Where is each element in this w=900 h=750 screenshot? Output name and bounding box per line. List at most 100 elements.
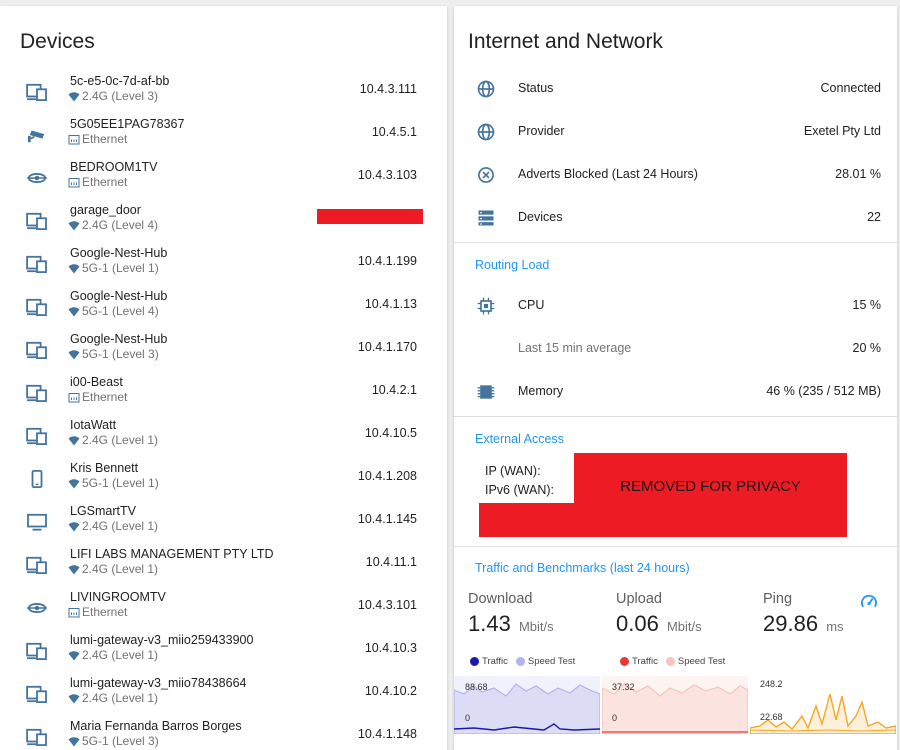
ping-value-line: 29.86 ms <box>763 611 844 637</box>
device-row[interactable]: LGSmartTV 2.4G (Level 1) 10.4.1.145 <box>0 502 447 545</box>
device-connection: 2.4G (Level 1) <box>68 691 158 705</box>
device-connection-label: 2.4G (Level 1) <box>82 562 159 576</box>
device-ip: 10.4.10.5 <box>364 426 417 440</box>
device-connection-label: 5G-1 (Level 4) <box>82 304 159 318</box>
device-connection-label: 2.4G (Level 3) <box>82 89 159 103</box>
ipv6-wan-label: IPv6 (WAN): <box>485 483 554 497</box>
device-name: Google-Nest-Hub <box>70 289 168 303</box>
memory-value: 46 % (235 / 512 MB) <box>766 384 881 398</box>
ping-stat[interactable]: Ping 29.86 ms <box>763 591 844 637</box>
device-ip: 10.4.10.2 <box>364 684 417 698</box>
device-row[interactable]: 5G05EE1PAG78367 Ethernet 10.4.5.1 <box>0 115 447 158</box>
device-ip: 10.4.2.1 <box>371 383 417 397</box>
device-row[interactable]: IotaWatt 2.4G (Level 1) 10.4.10.5 <box>0 416 447 459</box>
wifi-icon <box>68 349 80 360</box>
devices-icon <box>26 255 48 273</box>
device-row[interactable]: Google-Nest-Hub 5G-1 (Level 3) 10.4.1.170 <box>0 330 447 373</box>
device-name: lumi-gateway-v3_miio259433900 <box>70 633 254 647</box>
devices-icon <box>26 83 48 101</box>
legend-dot <box>665 657 675 666</box>
status-row[interactable]: Status Connected <box>454 70 897 106</box>
device-name: i00-Beast <box>70 375 123 389</box>
provider-row[interactable]: Provider Exetel Pty Ltd <box>454 113 897 149</box>
download-label: Download <box>468 591 533 607</box>
ping-chart-min: 22.68 <box>760 712 783 722</box>
device-connection-label: 5G-1 (Level 3) <box>82 734 159 748</box>
device-connection-label: 5G-1 (Level 1) <box>82 476 159 490</box>
download-unit: Mbit/s <box>518 619 554 634</box>
device-connection: Ethernet <box>68 175 127 189</box>
ethernet-icon <box>68 134 80 145</box>
cpu-average-value: 20 % <box>852 341 882 355</box>
upload-stat[interactable]: Upload 0.06 Mbit/s <box>616 591 702 637</box>
wifi-icon <box>68 91 80 102</box>
wifi-icon <box>68 435 80 446</box>
device-ip: 10.4.10.3 <box>364 641 417 655</box>
divider <box>454 242 897 243</box>
wifi-icon <box>68 564 80 575</box>
legend-dot <box>515 657 525 666</box>
device-row[interactable]: Google-Nest-Hub 5G-1 (Level 1) 10.4.1.199 <box>0 244 447 287</box>
device-ip: 10.4.11.1 <box>365 555 417 569</box>
device-row[interactable]: Maria Fernanda Barros Borges 5G-1 (Level … <box>0 717 447 750</box>
memory-icon <box>476 382 496 402</box>
device-connection-label: Ethernet <box>82 605 128 619</box>
device-count-row[interactable]: Devices 22 <box>454 199 897 235</box>
traffic-heading: Traffic and Benchmarks (last 24 hours) <box>475 561 690 575</box>
device-connection: Ethernet <box>68 605 127 619</box>
device-row[interactable]: Kris Bennett 5G-1 (Level 1) 10.4.1.208 <box>0 459 447 502</box>
network-card-title: Internet and Network <box>468 30 663 53</box>
device-name: IotaWatt <box>70 418 117 432</box>
device-row[interactable]: 5c-e5-0c-7d-af-bb 2.4G (Level 3) 10.4.3.11… <box>0 72 447 115</box>
devices-icon <box>26 642 48 660</box>
legend-dot <box>620 657 629 666</box>
device-row[interactable]: garage_door 2.4G (Level 4) <box>0 201 447 244</box>
device-ip: 10.4.1.199 <box>357 254 417 268</box>
cpu-row[interactable]: CPU 15 % <box>454 287 897 323</box>
device-name: LIFI LABS MANAGEMENT PTY LTD <box>70 547 274 561</box>
device-ip: 10.4.3.111 <box>359 82 417 96</box>
device-name: garage_door <box>70 203 141 217</box>
redaction-block <box>479 503 579 537</box>
speedometer-icon[interactable] <box>859 592 879 612</box>
chip-icon <box>476 296 496 316</box>
adverts-blocked-row[interactable]: Adverts Blocked (Last 24 Hours) 28.01 % <box>454 156 897 192</box>
memory-row[interactable]: Memory 46 % (235 / 512 MB) <box>454 373 897 409</box>
device-row[interactable]: LIFI LABS MANAGEMENT PTY LTD 2.4G (Level … <box>0 545 447 588</box>
device-connection-label: 5G-1 (Level 1) <box>82 261 159 275</box>
globe-icon <box>476 79 496 99</box>
download-stat[interactable]: Download 1.43 Mbit/s <box>468 591 554 637</box>
device-connection-label: Ethernet <box>82 175 128 189</box>
device-row[interactable]: lumi-gateway-v3_miio78438664 2.4G (Level … <box>0 674 447 717</box>
devices-card: Devices 5c-e5-0c-7d-af-bb 2.4G (Level 3) 1… <box>0 6 447 750</box>
device-row[interactable]: BEDROOM1TV Ethernet 10.4.3.103 <box>0 158 447 201</box>
upload-legend: Traffic Speed Test <box>620 656 725 667</box>
wifi-icon <box>68 478 80 489</box>
device-row[interactable]: Google-Nest-Hub 5G-1 (Level 4) 10.4.1.13 <box>0 287 447 330</box>
cpu-average-row[interactable]: Last 15 min average 20 % <box>454 330 897 366</box>
device-row[interactable]: i00-Beast Ethernet 10.4.2.1 <box>0 373 447 416</box>
download-value: 1.43 <box>468 611 511 636</box>
device-row[interactable]: lumi-gateway-v3_miio259433900 2.4G (Level… <box>0 631 447 674</box>
ethernet-icon <box>68 392 80 403</box>
device-ip: 10.4.3.103 <box>357 168 417 182</box>
download-chart-max: 88.68 <box>465 682 488 692</box>
device-name: LIVINGROOMTV <box>70 590 166 604</box>
device-connection: 2.4G (Level 1) <box>68 519 158 533</box>
wifi-icon <box>68 220 80 231</box>
adverts-blocked-label: Adverts Blocked (Last 24 Hours) <box>518 167 698 181</box>
cpu-average-label: Last 15 min average <box>518 341 632 355</box>
ethernet-icon <box>68 177 80 188</box>
device-name: LGSmartTV <box>70 504 136 518</box>
download-chart-min: 0 <box>465 713 471 723</box>
globe-icon <box>476 122 496 142</box>
server-icon <box>476 208 496 228</box>
device-row[interactable]: LIVINGROOMTV Ethernet 10.4.3.101 <box>0 588 447 631</box>
device-connection: 5G-1 (Level 3) <box>68 734 159 748</box>
device-ip: 10.4.1.13 <box>364 297 417 311</box>
device-connection: 2.4G (Level 3) <box>68 89 158 103</box>
cast-icon <box>26 169 48 187</box>
wifi-icon <box>68 650 80 661</box>
provider-value: Exetel Pty Ltd <box>803 124 881 138</box>
device-ip: 10.4.3.101 <box>357 598 417 612</box>
